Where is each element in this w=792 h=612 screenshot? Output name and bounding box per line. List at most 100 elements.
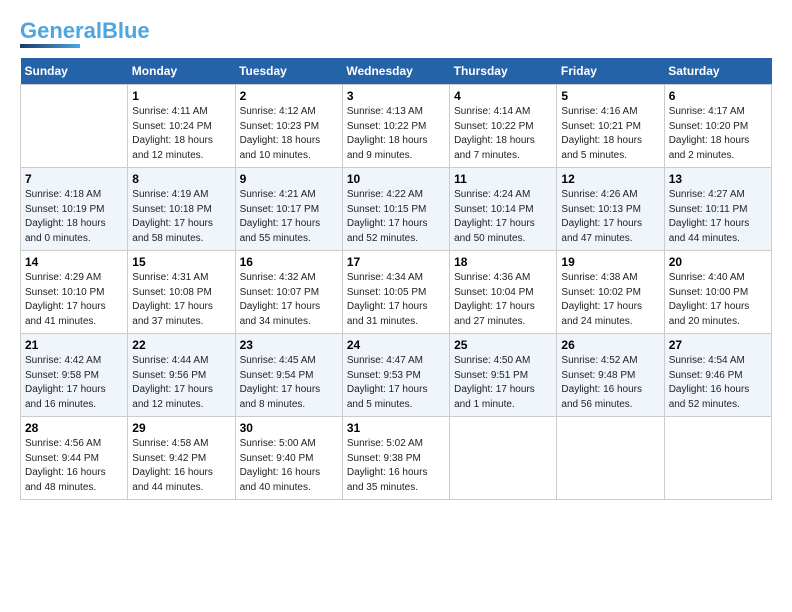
calendar-cell: 21 Sunrise: 4:42 AM Sunset: 9:58 PM Dayli… xyxy=(21,334,128,417)
calendar-cell: 29 Sunrise: 4:58 AM Sunset: 9:42 PM Dayli… xyxy=(128,417,235,500)
calendar-cell: 12 Sunrise: 4:26 AM Sunset: 10:13 PM Dayl… xyxy=(557,168,664,251)
logo: GeneralBlue xyxy=(20,20,150,48)
day-number: 13 xyxy=(669,172,767,186)
calendar-cell: 11 Sunrise: 4:24 AM Sunset: 10:14 PM Dayl… xyxy=(450,168,557,251)
day-info: Sunrise: 4:18 AM Sunset: 10:19 PM Daylig… xyxy=(25,188,123,246)
header-friday: Friday xyxy=(557,58,664,85)
day-info: Sunrise: 5:02 AM Sunset: 9:38 PM Dayligh… xyxy=(347,437,445,495)
day-info: Sunrise: 4:56 AM Sunset: 9:44 PM Dayligh… xyxy=(25,437,123,495)
day-info: Sunrise: 4:40 AM Sunset: 10:00 PM Daylig… xyxy=(669,271,767,329)
calendar-cell xyxy=(450,417,557,500)
day-number: 18 xyxy=(454,255,552,269)
day-number: 20 xyxy=(669,255,767,269)
day-info: Sunrise: 4:26 AM Sunset: 10:13 PM Daylig… xyxy=(561,188,659,246)
calendar-cell: 15 Sunrise: 4:31 AM Sunset: 10:08 PM Dayl… xyxy=(128,251,235,334)
week-row-1: 1 Sunrise: 4:11 AM Sunset: 10:24 PM Dayli… xyxy=(21,85,772,168)
day-info: Sunrise: 4:19 AM Sunset: 10:18 PM Daylig… xyxy=(132,188,230,246)
week-row-3: 14 Sunrise: 4:29 AM Sunset: 10:10 PM Dayl… xyxy=(21,251,772,334)
day-info: Sunrise: 4:54 AM Sunset: 9:46 PM Dayligh… xyxy=(669,354,767,412)
day-info: Sunrise: 4:38 AM Sunset: 10:02 PM Daylig… xyxy=(561,271,659,329)
header-wednesday: Wednesday xyxy=(342,58,449,85)
calendar-cell: 14 Sunrise: 4:29 AM Sunset: 10:10 PM Dayl… xyxy=(21,251,128,334)
day-number: 31 xyxy=(347,421,445,435)
header-row: SundayMondayTuesdayWednesdayThursdayFrid… xyxy=(21,58,772,85)
day-number: 5 xyxy=(561,89,659,103)
calendar-cell: 30Sunrise: 5:00 AM Sunset: 9:40 PM Dayli… xyxy=(235,417,342,500)
day-number: 29 xyxy=(132,421,230,435)
day-number: 25 xyxy=(454,338,552,352)
day-info: Sunrise: 4:47 AM Sunset: 9:53 PM Dayligh… xyxy=(347,354,445,412)
day-number: 3 xyxy=(347,89,445,103)
day-number: 21 xyxy=(25,338,123,352)
day-number: 17 xyxy=(347,255,445,269)
calendar-cell: 20 Sunrise: 4:40 AM Sunset: 10:00 PM Dayl… xyxy=(664,251,771,334)
calendar-cell xyxy=(557,417,664,500)
day-info: Sunrise: 4:14 AM Sunset: 10:22 PM Daylig… xyxy=(454,105,552,163)
calendar-cell: 28 Sunrise: 4:56 AM Sunset: 9:44 PM Dayli… xyxy=(21,417,128,500)
day-number: 14 xyxy=(25,255,123,269)
day-number: 7 xyxy=(25,172,123,186)
calendar-cell: 24 Sunrise: 4:47 AM Sunset: 9:53 PM Dayli… xyxy=(342,334,449,417)
day-info: Sunrise: 4:32 AM Sunset: 10:07 PM Daylig… xyxy=(240,271,338,329)
day-number: 16 xyxy=(240,255,338,269)
day-info: Sunrise: 4:11 AM Sunset: 10:24 PM Daylig… xyxy=(132,105,230,163)
day-info: Sunrise: 4:21 AM Sunset: 10:17 PM Daylig… xyxy=(240,188,338,246)
day-info: Sunrise: 4:24 AM Sunset: 10:14 PM Daylig… xyxy=(454,188,552,246)
day-info: Sunrise: 4:27 AM Sunset: 10:11 PM Daylig… xyxy=(669,188,767,246)
calendar-cell: 10 Sunrise: 4:22 AM Sunset: 10:15 PM Dayl… xyxy=(342,168,449,251)
day-number: 27 xyxy=(669,338,767,352)
day-info: Sunrise: 4:36 AM Sunset: 10:04 PM Daylig… xyxy=(454,271,552,329)
day-number: 6 xyxy=(669,89,767,103)
calendar-cell xyxy=(664,417,771,500)
day-number: 15 xyxy=(132,255,230,269)
day-info: Sunrise: 4:13 AM Sunset: 10:22 PM Daylig… xyxy=(347,105,445,163)
day-info: Sunrise: 4:12 AM Sunset: 10:23 PM Daylig… xyxy=(240,105,338,163)
calendar-cell: 25Sunrise: 4:50 AM Sunset: 9:51 PM Dayli… xyxy=(450,334,557,417)
calendar-cell: 23Sunrise: 4:45 AM Sunset: 9:54 PM Dayli… xyxy=(235,334,342,417)
calendar-cell: 17 Sunrise: 4:34 AM Sunset: 10:05 PM Dayl… xyxy=(342,251,449,334)
calendar-cell: 3 Sunrise: 4:13 AM Sunset: 10:22 PM Dayli… xyxy=(342,85,449,168)
day-number: 10 xyxy=(347,172,445,186)
calendar-cell: 16 Sunrise: 4:32 AM Sunset: 10:07 PM Dayl… xyxy=(235,251,342,334)
day-number: 12 xyxy=(561,172,659,186)
calendar-cell: 31 Sunrise: 5:02 AM Sunset: 9:38 PM Dayli… xyxy=(342,417,449,500)
header-monday: Monday xyxy=(128,58,235,85)
day-number: 9 xyxy=(240,172,338,186)
day-number: 2 xyxy=(240,89,338,103)
day-info: Sunrise: 4:31 AM Sunset: 10:08 PM Daylig… xyxy=(132,271,230,329)
day-info: Sunrise: 4:29 AM Sunset: 10:10 PM Daylig… xyxy=(25,271,123,329)
day-number: 8 xyxy=(132,172,230,186)
day-number: 24 xyxy=(347,338,445,352)
day-info: Sunrise: 4:34 AM Sunset: 10:05 PM Daylig… xyxy=(347,271,445,329)
day-info: Sunrise: 4:52 AM Sunset: 9:48 PM Dayligh… xyxy=(561,354,659,412)
calendar-cell: 4 Sunrise: 4:14 AM Sunset: 10:22 PM Dayli… xyxy=(450,85,557,168)
header-saturday: Saturday xyxy=(664,58,771,85)
calendar-cell: 9 Sunrise: 4:21 AM Sunset: 10:17 PM Dayli… xyxy=(235,168,342,251)
day-info: Sunrise: 4:58 AM Sunset: 9:42 PM Dayligh… xyxy=(132,437,230,495)
calendar-cell: 6Sunrise: 4:17 AM Sunset: 10:20 PM Dayli… xyxy=(664,85,771,168)
day-info: Sunrise: 4:22 AM Sunset: 10:15 PM Daylig… xyxy=(347,188,445,246)
day-number: 26 xyxy=(561,338,659,352)
calendar-cell: 26 Sunrise: 4:52 AM Sunset: 9:48 PM Dayli… xyxy=(557,334,664,417)
day-number: 30 xyxy=(240,421,338,435)
day-number: 11 xyxy=(454,172,552,186)
calendar-cell: 5Sunrise: 4:16 AM Sunset: 10:21 PM Dayli… xyxy=(557,85,664,168)
calendar-cell xyxy=(21,85,128,168)
day-number: 4 xyxy=(454,89,552,103)
header: GeneralBlue xyxy=(20,20,772,48)
day-number: 1 xyxy=(132,89,230,103)
header-sunday: Sunday xyxy=(21,58,128,85)
logo-general: General xyxy=(20,18,102,43)
calendar-cell: 18 Sunrise: 4:36 AM Sunset: 10:04 PM Dayl… xyxy=(450,251,557,334)
day-info: Sunrise: 4:42 AM Sunset: 9:58 PM Dayligh… xyxy=(25,354,123,412)
calendar-table: SundayMondayTuesdayWednesdayThursdayFrid… xyxy=(20,58,772,500)
calendar-cell: 19 Sunrise: 4:38 AM Sunset: 10:02 PM Dayl… xyxy=(557,251,664,334)
day-number: 23 xyxy=(240,338,338,352)
day-number: 28 xyxy=(25,421,123,435)
calendar-cell: 2 Sunrise: 4:12 AM Sunset: 10:23 PM Dayli… xyxy=(235,85,342,168)
calendar-cell: 1 Sunrise: 4:11 AM Sunset: 10:24 PM Dayli… xyxy=(128,85,235,168)
day-info: Sunrise: 4:44 AM Sunset: 9:56 PM Dayligh… xyxy=(132,354,230,412)
logo-blue: Blue xyxy=(102,18,150,43)
calendar-cell: 7 Sunrise: 4:18 AM Sunset: 10:19 PM Dayli… xyxy=(21,168,128,251)
day-number: 19 xyxy=(561,255,659,269)
